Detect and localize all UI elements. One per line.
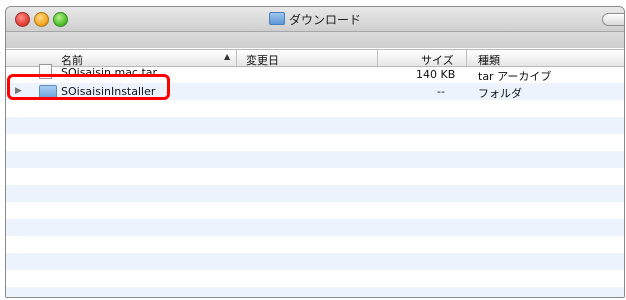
column-name[interactable]: 名前 bbox=[61, 52, 83, 67]
column-divider[interactable] bbox=[466, 50, 467, 66]
column-kind[interactable]: 種類 bbox=[478, 52, 500, 67]
window-title-area: ダウンロード bbox=[6, 11, 624, 28]
empty-row bbox=[6, 202, 624, 219]
file-kind: フォルダ bbox=[478, 87, 522, 100]
file-name: SOisaisin.mac.tar bbox=[61, 66, 158, 79]
sort-ascending-icon: ▲ bbox=[224, 52, 231, 61]
column-modified[interactable]: 変更日 bbox=[246, 52, 279, 67]
file-size: 140 KB bbox=[416, 68, 456, 81]
column-header: 名前 ▲ 変更日 サイズ 種類 bbox=[6, 49, 624, 67]
column-size[interactable]: サイズ bbox=[421, 52, 454, 67]
empty-row bbox=[6, 151, 624, 168]
column-divider[interactable] bbox=[377, 50, 378, 66]
empty-row bbox=[6, 185, 624, 202]
window-title: ダウンロード bbox=[288, 13, 361, 27]
folder-icon bbox=[39, 85, 57, 99]
empty-row bbox=[6, 134, 624, 151]
folder-icon bbox=[268, 12, 285, 25]
empty-row bbox=[6, 219, 624, 236]
toolbar-toggle-button[interactable] bbox=[602, 13, 624, 26]
archive-file-icon bbox=[39, 64, 52, 79]
empty-row bbox=[6, 117, 624, 134]
disclosure-triangle-icon[interactable]: ▶ bbox=[15, 86, 22, 96]
file-list: SOisaisin.mac.tar 140 KB tar アーカイブ ▶ SOi… bbox=[6, 64, 624, 297]
empty-row bbox=[6, 253, 624, 270]
toolbar bbox=[6, 32, 624, 48]
column-divider[interactable] bbox=[236, 50, 237, 66]
folder-row[interactable]: ▶ SOisaisinInstaller -- フォルダ bbox=[6, 83, 624, 100]
finder-window: ダウンロード 名前 ▲ 変更日 サイズ 種類 SOisaisin.mac.tar… bbox=[5, 6, 625, 298]
file-kind: tar アーカイブ bbox=[478, 70, 552, 83]
empty-row bbox=[6, 168, 624, 185]
empty-row bbox=[6, 236, 624, 253]
empty-row bbox=[6, 287, 624, 297]
file-name: SOisaisinInstaller bbox=[61, 85, 156, 98]
empty-row bbox=[6, 270, 624, 287]
file-row[interactable]: SOisaisin.mac.tar 140 KB tar アーカイブ bbox=[6, 64, 624, 83]
empty-row bbox=[6, 100, 624, 117]
file-size: -- bbox=[437, 85, 445, 98]
title-bar: ダウンロード bbox=[6, 7, 624, 32]
